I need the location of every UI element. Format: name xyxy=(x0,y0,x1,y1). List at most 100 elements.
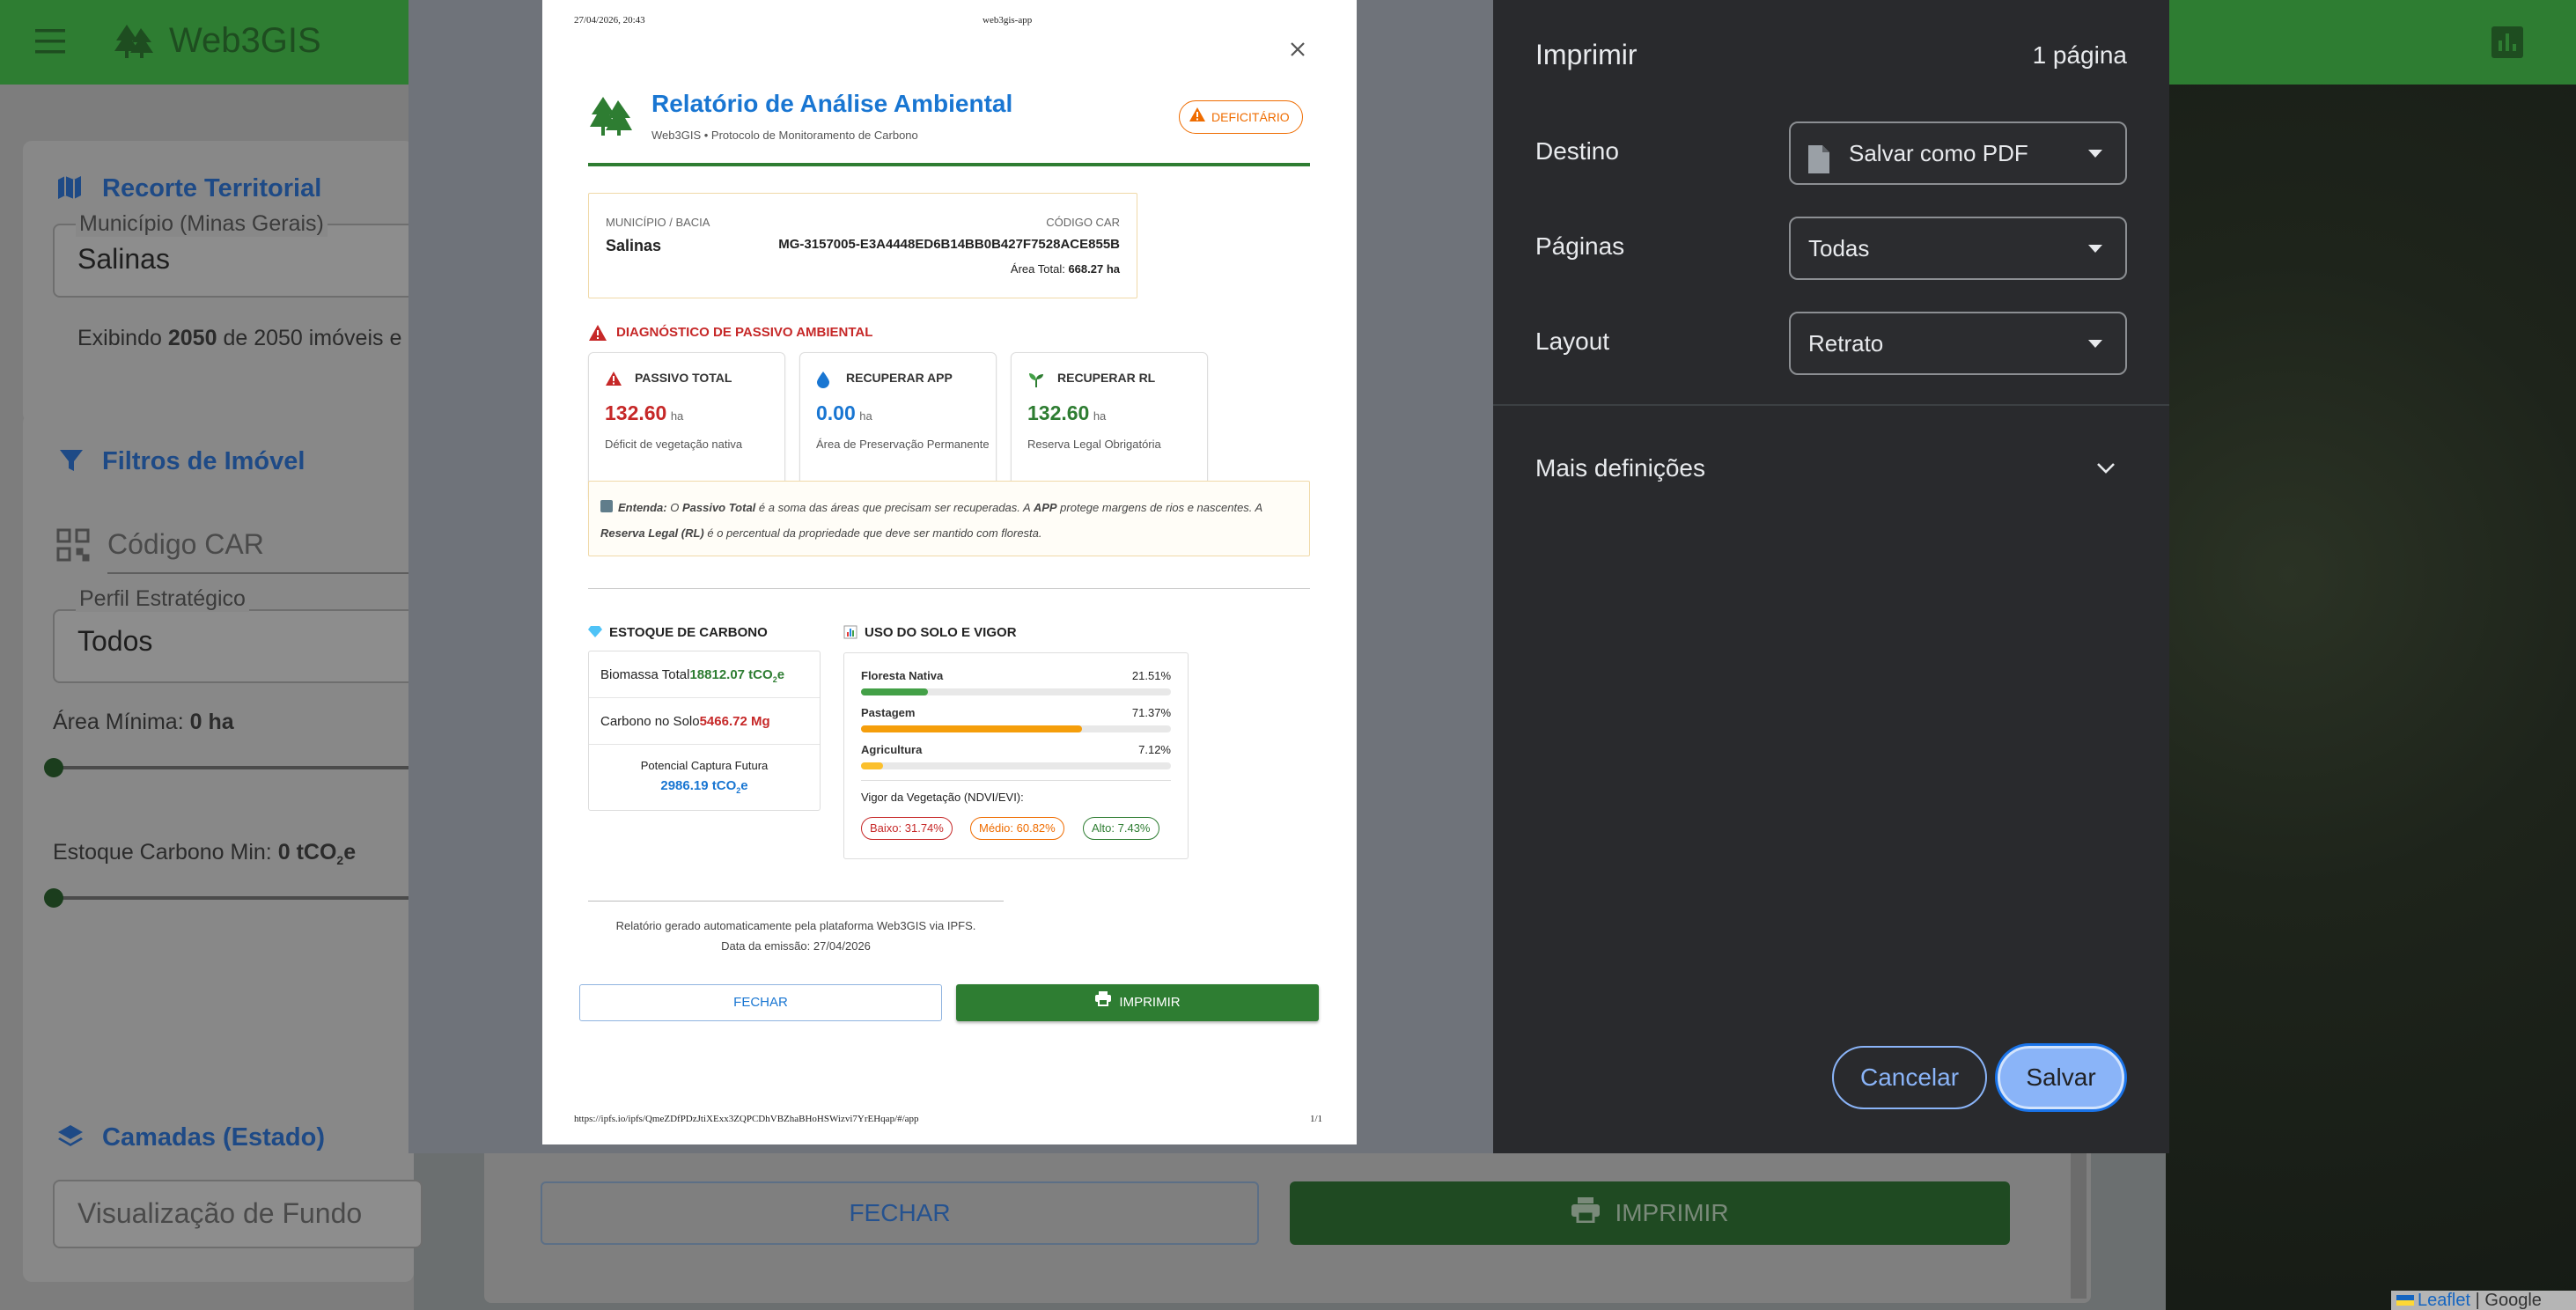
filters-title: Filtros de Imóvel xyxy=(102,447,305,475)
layout-select[interactable]: Retrato xyxy=(1789,312,2127,375)
layers-card: Camadas (Estado) Visualização de Fundo xyxy=(23,1018,423,1282)
area-min-slider[interactable] xyxy=(53,766,423,769)
landuse-percent: 71.37% xyxy=(1131,706,1171,719)
layout-label: Layout xyxy=(1535,328,1610,355)
filters-card: Filtros de Imóvel Código CAR Perfil Estr… xyxy=(23,414,424,1044)
page-count: 1 página xyxy=(2032,41,2127,69)
car-input[interactable]: Código CAR xyxy=(107,528,264,561)
diamond-icon xyxy=(588,625,602,642)
info-icon xyxy=(600,500,613,512)
perfil-value: Todos xyxy=(77,625,153,657)
vigor-pill: Médio: 60.82% xyxy=(970,817,1064,840)
diag-card-desc: Reserva Legal Obrigatória xyxy=(1027,438,1161,451)
menu-icon[interactable] xyxy=(33,26,69,56)
layout-caret-icon xyxy=(2088,340,2102,348)
report-tree-icon xyxy=(588,95,634,142)
carbono-min-slider[interactable] xyxy=(53,896,423,900)
app-title: Web3GIS xyxy=(169,21,321,60)
solo-row: Carbono no Solo5466.72 Mg xyxy=(600,714,770,729)
car-label: CÓDIGO CAR xyxy=(1046,216,1120,229)
report-print-button[interactable]: IMPRIMIR xyxy=(956,984,1319,1021)
paginas-label: Páginas xyxy=(1535,232,1625,260)
bar-chart-icon[interactable] xyxy=(2491,26,2523,63)
captura-value: 2986.19 tCO2e xyxy=(660,778,748,795)
destino-select[interactable]: Salvar como PDF xyxy=(1789,121,2127,185)
car-input-underline xyxy=(107,572,424,574)
print-title: Imprimir xyxy=(1535,39,1638,70)
diag-warning-icon xyxy=(588,324,607,346)
sprout-icon xyxy=(1027,371,1045,393)
area-total: Área Total: 668.27 ha xyxy=(1010,262,1120,276)
carbon-row-divider-1 xyxy=(589,697,820,698)
save-button[interactable]: Salvar xyxy=(1998,1046,2124,1109)
print-settings-panel: Imprimir 1 página Destino Salvar como PD… xyxy=(1493,0,2169,1153)
bg-print-label: IMPRIMIR xyxy=(1615,1199,1729,1226)
municipio-label: MUNICÍPIO / BACIA xyxy=(606,216,710,229)
landuse-percent: 21.51% xyxy=(1131,669,1171,682)
cancel-button[interactable]: Cancelar xyxy=(1832,1046,1987,1109)
report-subtitle: Web3GIS • Protocolo de Monitoramento de … xyxy=(651,129,918,142)
area-min-slider-knob[interactable] xyxy=(44,758,63,777)
qr-code-icon xyxy=(56,528,90,566)
bg-printer-icon xyxy=(1571,1183,1601,1247)
landuse-bar-track xyxy=(861,762,1171,769)
diag-card-desc: Área de Preservação Permanente xyxy=(816,438,990,451)
water-drop-icon xyxy=(816,371,830,393)
report-header-rule xyxy=(588,163,1310,166)
municipio-label: Município (Minas Gerais) xyxy=(76,211,328,237)
diag-card: PASSIVO TOTAL 132.60 ha Déficit de vegetaç… xyxy=(588,352,785,502)
destino-label: Destino xyxy=(1535,137,1619,165)
layers-title: Camadas (Estado) xyxy=(102,1123,326,1152)
settings-divider xyxy=(1493,404,2169,406)
diag-card-value: 0.00 ha xyxy=(816,401,872,424)
print-preview-page: 27/04/2026, 20:43 web3gis-app Relatório … xyxy=(542,0,1357,1144)
destino-caret-icon xyxy=(2088,150,2102,158)
carbono-min-slider-knob[interactable] xyxy=(44,888,63,908)
more-settings-toggle[interactable]: Mais definições xyxy=(1493,440,2169,498)
landuse-label: Floresta Nativa xyxy=(861,669,944,682)
report-close-button[interactable]: FECHAR xyxy=(579,984,942,1021)
bg-close-label: FECHAR xyxy=(849,1199,951,1226)
count-text: Exibindo 2050 de 2050 imóveis e xyxy=(77,326,402,350)
warning-icon xyxy=(605,371,622,391)
chevron-down-icon xyxy=(2095,461,2116,480)
diag-card-desc: Déficit de vegetação nativa xyxy=(605,438,743,451)
leaflet-link[interactable]: Leaflet xyxy=(2418,1291,2470,1310)
bg-scrollbar[interactable] xyxy=(2071,1144,2087,1299)
report-close-icon[interactable] xyxy=(1289,40,1306,63)
landuse-label: Pastagem xyxy=(861,706,916,719)
report-footer-url: https://ipfs.io/ipfs/QmeZDfPDzJtiXExx3ZQ… xyxy=(574,1114,919,1124)
diag-card-title: RECUPERAR RL xyxy=(1057,371,1156,385)
municipio-value: Salinas xyxy=(77,243,170,275)
vigor-label: Vigor da Vegetação (NDVI/EVI): xyxy=(861,791,1024,804)
attribution-separator: | xyxy=(2475,1291,2480,1310)
report-title: Relatório de Análise Ambiental xyxy=(651,90,1013,117)
background-layer-placeholder: Visualização de Fundo xyxy=(77,1197,363,1229)
diag-card-title: RECUPERAR APP xyxy=(846,371,953,385)
carbono-min-label: Estoque Carbono Min: 0 tCO2e xyxy=(53,840,357,867)
diag-card-value: 132.60 ha xyxy=(605,401,684,424)
status-badge: DEFICITÁRIO xyxy=(1179,100,1303,134)
vigor-pill: Baixo: 31.74% xyxy=(861,817,953,840)
diag-card-title: PASSIVO TOTAL xyxy=(635,371,732,385)
paginas-caret-icon xyxy=(2088,245,2102,253)
captura-label: Potencial Captura Futura xyxy=(640,759,769,772)
more-settings-label: Mais definições xyxy=(1535,454,1705,482)
landuse-label: Agricultura xyxy=(861,743,923,756)
landuse-title: USO DO SOLO E VIGOR xyxy=(865,625,1017,640)
bg-close-button[interactable]: FECHAR xyxy=(541,1181,1259,1245)
landuse-bar-fill xyxy=(861,725,1082,732)
report-printer-icon xyxy=(1094,984,1112,1021)
paginas-select[interactable]: Todas xyxy=(1789,217,2127,280)
bg-print-button[interactable]: IMPRIMIR xyxy=(1290,1181,2010,1245)
landuse-divider xyxy=(861,780,1171,781)
report-footer-page: 1/1 xyxy=(1310,1114,1323,1124)
google-attribution: Google xyxy=(2484,1291,2542,1310)
vigor-pill: Alto: 7.43% xyxy=(1083,817,1159,840)
filter-icon xyxy=(58,447,85,478)
tree-icon xyxy=(113,23,155,64)
perfil-label: Perfil Estratégico xyxy=(76,586,249,612)
map-view[interactable] xyxy=(2166,85,2576,1310)
carbon-title: ESTOQUE DE CARBONO xyxy=(609,625,768,640)
landuse-bar-track xyxy=(861,688,1171,695)
